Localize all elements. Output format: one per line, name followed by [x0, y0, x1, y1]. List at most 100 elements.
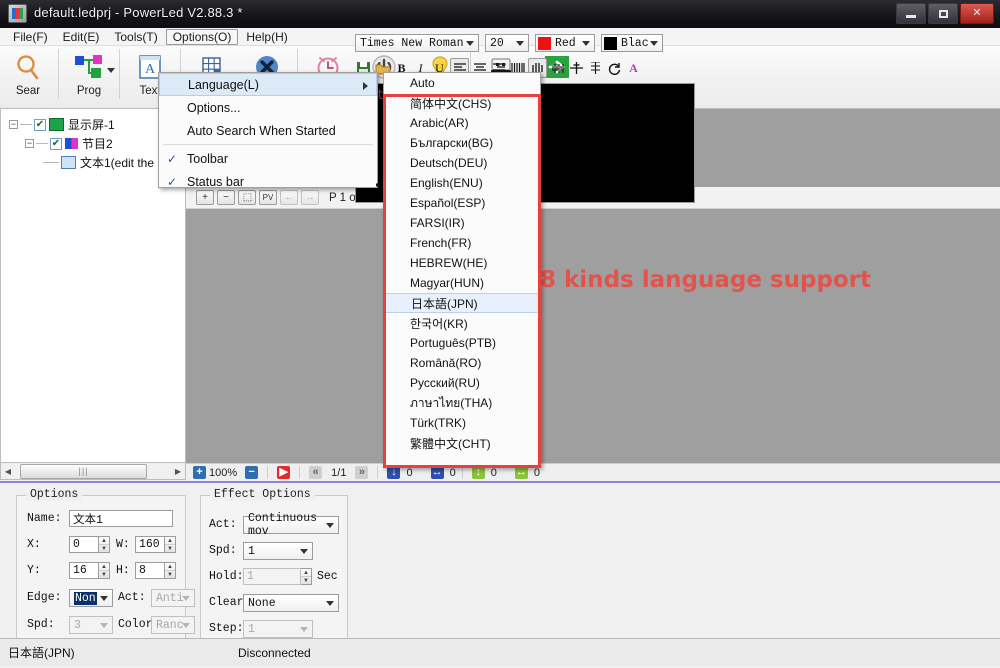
scroll-left-arrow[interactable]: ◀	[1, 464, 15, 479]
toolbar-separator	[119, 49, 120, 99]
vcenter-icon[interactable]	[568, 59, 585, 77]
selected-radio-marker	[376, 183, 380, 187]
menu-item-toolbar[interactable]: ✓ Toolbar	[159, 147, 377, 170]
chevron-down-icon	[182, 596, 190, 601]
status-language: 日本語(JPN)	[0, 644, 238, 661]
hold-input[interactable]: 1	[243, 568, 301, 585]
clear-select[interactable]: None	[243, 594, 339, 612]
chevron-down-icon	[466, 41, 474, 46]
x-input[interactable]: 0	[69, 536, 99, 553]
w-stepper[interactable]: ▲▼	[165, 536, 176, 553]
language-submenu[interactable]: Auto简体中文(CHS)Arabic(AR)Български(BG)Deut…	[383, 72, 541, 468]
language-item-13[interactable]: Português(PTB)	[384, 333, 540, 353]
menu-file[interactable]: File(F)	[6, 29, 55, 45]
last-page-icon[interactable]: »	[355, 466, 368, 479]
zoom-out-icon[interactable]: −	[245, 466, 258, 479]
menu-item-toolbar-label: Toolbar	[185, 152, 228, 166]
act-select[interactable]: Anti	[151, 589, 195, 607]
language-item-1[interactable]: 简体中文(CHS)	[384, 93, 540, 113]
menu-tools[interactable]: Tools(T)	[107, 29, 164, 45]
language-item-0[interactable]: Auto	[384, 73, 540, 93]
tree-checkbox[interactable]	[50, 138, 62, 150]
first-page-icon[interactable]: «	[309, 466, 322, 479]
x-stepper[interactable]: ▲▼	[99, 536, 110, 553]
font-family-select[interactable]: Times New Roman	[355, 34, 479, 52]
chevron-down-icon[interactable]	[107, 68, 115, 73]
menu-edit[interactable]: Edit(E)	[56, 29, 107, 45]
font-size-select[interactable]: 20	[485, 34, 529, 52]
menu-help[interactable]: Help(H)	[239, 29, 294, 45]
tree-connector	[36, 143, 48, 144]
spd-label: Spd:	[27, 618, 55, 631]
language-item-2[interactable]: Arabic(AR)	[384, 113, 540, 133]
counter-1: 0	[406, 467, 412, 479]
y-input[interactable]: 16	[69, 562, 99, 579]
h-stepper[interactable]: ▲▼	[165, 562, 176, 579]
name-input[interactable]: 文本1	[69, 510, 173, 527]
zoom-in-icon[interactable]: +	[193, 466, 206, 479]
minimize-button[interactable]	[896, 3, 926, 24]
separator	[267, 466, 268, 479]
toolbar-separator	[58, 49, 59, 99]
edge-select[interactable]: Non	[69, 589, 113, 607]
language-item-18[interactable]: 繁體中文(CHT)	[384, 433, 540, 453]
text-item-icon	[61, 156, 76, 169]
effect-act-select[interactable]: Continuous mov	[243, 516, 339, 534]
language-item-17[interactable]: Türk(TRK)	[384, 413, 540, 433]
back-color-select[interactable]: Blac	[601, 34, 663, 52]
scrollbar-thumb[interactable]: |||	[20, 464, 147, 479]
language-item-3[interactable]: Български(BG)	[384, 133, 540, 153]
toolbar-label-search: Sear	[16, 85, 40, 97]
vspacing-icon[interactable]	[587, 59, 604, 77]
language-item-14[interactable]: Română(RO)	[384, 353, 540, 373]
language-item-4[interactable]: Deutsch(DEU)	[384, 153, 540, 173]
x-label: X:	[27, 538, 41, 551]
fore-color-select[interactable]: Red	[535, 34, 595, 52]
menu-item-auto-search[interactable]: Auto Search When Started	[159, 119, 377, 142]
window-controls: ✕	[896, 3, 994, 24]
language-item-8[interactable]: French(FR)	[384, 233, 540, 253]
spd-select[interactable]: 3	[69, 616, 113, 634]
font-color-icon[interactable]: A	[625, 59, 642, 77]
tree-toggle-icon[interactable]: −	[25, 139, 34, 148]
spacing-narrow-icon[interactable]	[549, 59, 566, 77]
w-label: W:	[116, 538, 130, 551]
toolbar-button-prog[interactable]: Prog	[61, 46, 117, 106]
tree-horizontal-scrollbar[interactable]: ◀ ||| ▶	[0, 463, 186, 480]
toolbar-button-search[interactable]: Sear	[0, 46, 56, 106]
close-button[interactable]: ✕	[960, 3, 994, 24]
play-icon[interactable]: ▶	[277, 466, 290, 479]
menu-options[interactable]: Options(O)	[166, 29, 239, 45]
hold-stepper[interactable]: ▲▼	[301, 568, 312, 585]
font-family-value: Times New Roman	[360, 37, 464, 50]
language-item-6[interactable]: Español(ESP)	[384, 193, 540, 213]
rotate-icon[interactable]	[606, 59, 623, 77]
language-item-12[interactable]: 한국어(KR)	[384, 313, 540, 333]
menu-item-auto-search-label: Auto Search When Started	[185, 124, 336, 138]
h-input[interactable]: 8	[135, 562, 165, 579]
language-item-11[interactable]: 日本語(JPN)	[384, 293, 540, 313]
w-input[interactable]: 160	[135, 536, 165, 553]
status-bar: 日本語(JPN) Disconnected	[0, 638, 1000, 666]
tree-toggle-icon[interactable]: −	[9, 120, 18, 129]
scroll-right-arrow[interactable]: ▶	[171, 464, 185, 479]
language-item-15[interactable]: Русский(RU)	[384, 373, 540, 393]
language-item-10[interactable]: Magyar(HUN)	[384, 273, 540, 293]
color-select[interactable]: Ranc	[151, 616, 195, 634]
step-select[interactable]: 1	[243, 620, 313, 638]
effect-act-label: Act:	[209, 518, 237, 531]
language-item-5[interactable]: English(ENU)	[384, 173, 540, 193]
menu-item-language[interactable]: Language(L)	[159, 73, 377, 96]
menu-item-options[interactable]: Options...	[159, 96, 377, 119]
y-stepper[interactable]: ▲▼	[99, 562, 110, 579]
menu-item-status-bar[interactable]: ✓ Status bar	[159, 170, 377, 193]
language-item-16[interactable]: ภาษาไทย(THA)	[384, 393, 540, 413]
language-item-9[interactable]: HEBREW(HE)	[384, 253, 540, 273]
tree-connector	[20, 124, 32, 125]
maximize-button[interactable]	[928, 3, 958, 24]
options-dropdown-menu[interactable]: Language(L) Options... Auto Search When …	[158, 72, 378, 188]
tree-checkbox[interactable]	[34, 119, 46, 131]
effect-spd-select[interactable]: 1	[243, 542, 313, 560]
menu-item-status-bar-label: Status bar	[185, 175, 244, 189]
language-item-7[interactable]: FARSI(IR)	[384, 213, 540, 233]
